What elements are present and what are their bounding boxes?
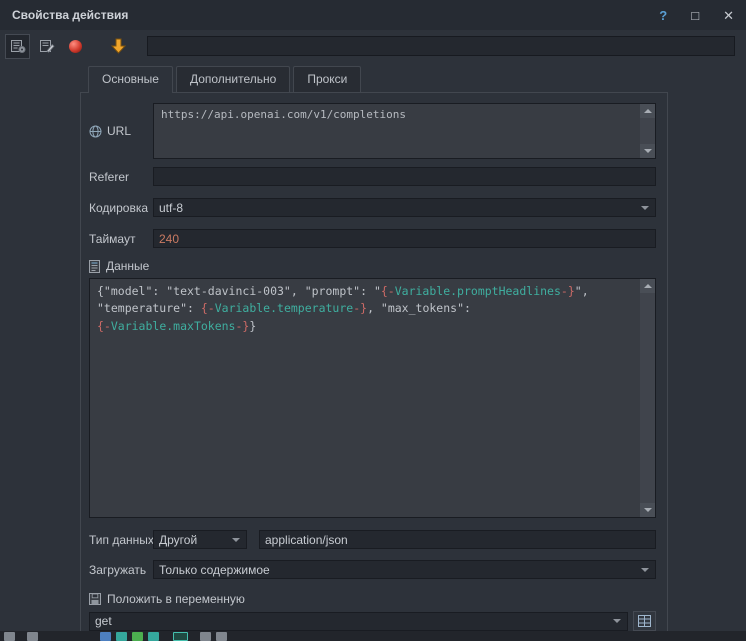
window-title: Свойства действия — [12, 8, 128, 22]
toolbar — [0, 30, 746, 62]
background-app-toolbar — [0, 631, 746, 641]
data-document-icon — [89, 260, 100, 273]
url-textarea[interactable]: https://api.openai.com/v1/completions — [153, 103, 656, 159]
maximize-button[interactable]: □ — [691, 9, 699, 22]
background-icon — [100, 632, 111, 641]
encoding-row: Кодировка utf-8 — [89, 198, 656, 217]
data-type-dropdown[interactable]: Другой — [153, 530, 247, 549]
data-textarea[interactable]: {"model": "text-davinci-003", "prompt": … — [89, 278, 656, 518]
data-code: {"model": "text-davinci-003", "prompt": … — [97, 283, 634, 335]
record-button[interactable] — [63, 34, 88, 59]
triangle-up-icon — [644, 284, 652, 288]
background-icon — [116, 632, 127, 641]
encoding-value: utf-8 — [159, 201, 183, 215]
url-scroll-up-button[interactable] — [640, 104, 655, 118]
download-arrow-icon — [111, 38, 126, 54]
referer-row: Referer — [89, 167, 656, 186]
tab-proxy[interactable]: Прокси — [293, 66, 361, 92]
tab-additional[interactable]: Дополнительно — [176, 66, 290, 92]
background-icon — [148, 632, 159, 641]
close-button[interactable]: ✕ — [723, 9, 734, 22]
referer-input[interactable] — [153, 167, 656, 186]
triangle-up-icon — [644, 109, 652, 113]
action-comment-input[interactable] — [147, 36, 735, 56]
put-variable-header: Положить в переменную — [89, 591, 656, 607]
background-icon-selected — [173, 632, 188, 641]
content-type-input[interactable] — [259, 530, 656, 549]
put-variable-label: Положить в переменную — [107, 592, 245, 606]
data-section-header: Данные — [89, 258, 656, 274]
window-controls: ? □ ✕ — [659, 9, 734, 22]
url-label: URL — [107, 124, 131, 138]
data-type-label: Тип данных — [89, 533, 154, 547]
background-icon — [4, 632, 15, 641]
url-value: https://api.openai.com/v1/completions — [161, 108, 634, 121]
put-variable-row: get — [89, 611, 656, 631]
data-scrollbar[interactable] — [640, 279, 655, 517]
background-icon — [27, 632, 38, 641]
variables-table-icon — [638, 615, 651, 627]
comment-view-button[interactable] — [34, 34, 59, 59]
titlebar: Свойства действия ? □ ✕ — [0, 0, 746, 30]
properties-view-button[interactable] — [5, 34, 30, 59]
background-icon — [132, 632, 143, 641]
background-icon — [200, 632, 211, 641]
variable-value: get — [95, 614, 112, 628]
timeout-row: Таймаут — [89, 229, 656, 248]
edit-note-icon — [39, 38, 55, 54]
triangle-down-icon — [644, 508, 652, 512]
referer-label: Referer — [89, 170, 129, 184]
data-scroll-up-button[interactable] — [640, 279, 655, 293]
tab-general[interactable]: Основные — [88, 66, 173, 92]
url-scrollbar[interactable] — [640, 104, 655, 158]
load-dropdown[interactable]: Только содержимое — [153, 560, 656, 579]
action-properties-dialog: Свойства действия ? □ ✕ — [0, 0, 746, 632]
variable-dropdown[interactable]: get — [89, 612, 628, 631]
timeout-label: Таймаут — [89, 232, 135, 246]
load-value: Только содержимое — [159, 563, 270, 577]
data-scroll-down-button[interactable] — [640, 503, 655, 517]
globe-icon — [89, 125, 102, 138]
encoding-dropdown[interactable]: utf-8 — [153, 198, 656, 217]
encoding-label: Кодировка — [89, 201, 148, 215]
load-label: Загружать — [89, 563, 146, 577]
data-type-value: Другой — [159, 533, 197, 547]
data-type-row: Тип данных Другой — [89, 530, 656, 549]
properties-list-icon — [10, 38, 26, 54]
url-row: URL https://api.openai.com/v1/completion… — [89, 103, 656, 159]
url-scroll-down-button[interactable] — [640, 144, 655, 158]
timeout-input[interactable] — [153, 229, 656, 248]
record-icon — [69, 40, 82, 53]
tab-bar: Основные Дополнительно Прокси — [88, 66, 746, 92]
background-icon — [216, 632, 227, 641]
load-row: Загружать Только содержимое — [89, 560, 656, 579]
download-button[interactable] — [106, 34, 131, 59]
data-label: Данные — [106, 259, 149, 273]
general-tab-panel: URL https://api.openai.com/v1/completion… — [80, 92, 668, 632]
triangle-down-icon — [644, 149, 652, 153]
variable-list-button[interactable] — [633, 611, 656, 631]
help-button[interactable]: ? — [659, 9, 667, 22]
save-variable-icon — [89, 593, 101, 605]
